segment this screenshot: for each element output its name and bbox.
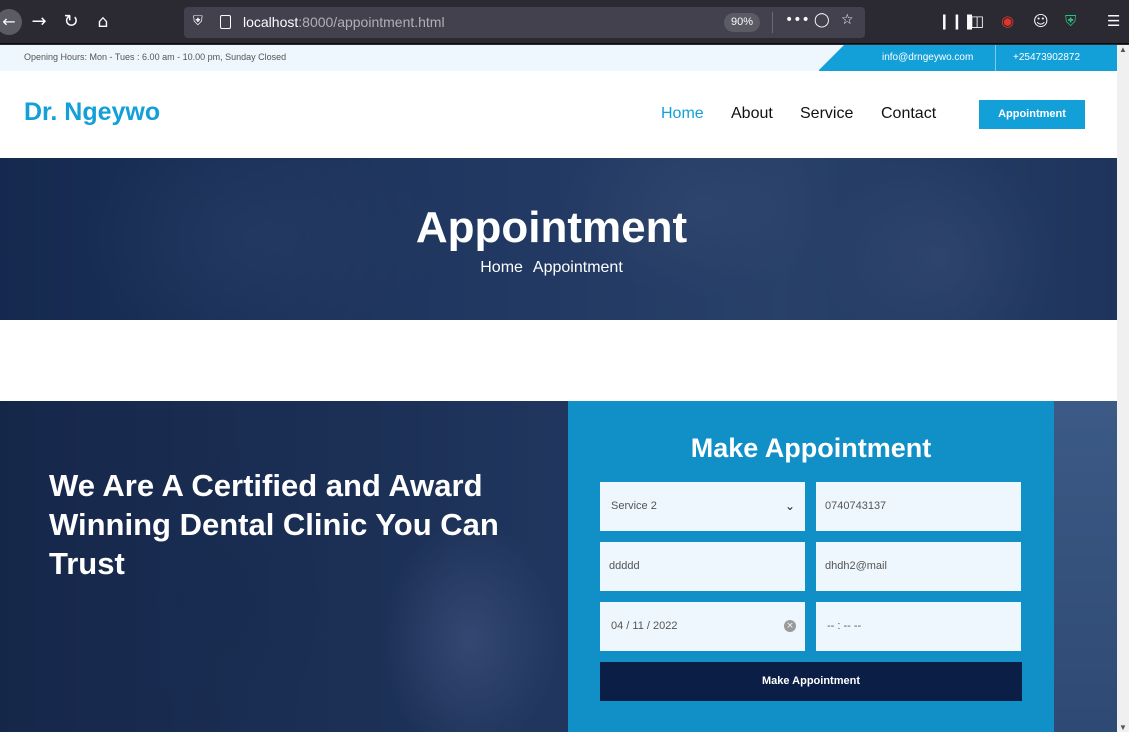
account-icon[interactable]: ☺ bbox=[1033, 12, 1049, 30]
date-field[interactable]: 04 / 11 / 2022 × bbox=[600, 602, 805, 651]
nav-about[interactable]: About bbox=[731, 105, 773, 123]
url-bar[interactable]: ⛨ localhost:8000/appointment.html 90% ••… bbox=[184, 7, 865, 38]
appointment-form: Make Appointment Service 2 ⌄ 0740743137 … bbox=[568, 401, 1054, 732]
forward-icon[interactable]: → bbox=[27, 10, 51, 34]
breadcrumb-current: Appointment bbox=[532, 259, 623, 276]
scroll-up-icon[interactable]: ▲ bbox=[1119, 45, 1127, 54]
top-info-bar: Opening Hours: Mon - Tues : 6.00 am - 10… bbox=[0, 45, 1117, 71]
name-field[interactable]: ddddd bbox=[600, 542, 805, 591]
zoom-level-badge[interactable]: 90% bbox=[724, 13, 760, 32]
appointment-button[interactable]: Appointment bbox=[979, 100, 1085, 129]
page-info-icon[interactable] bbox=[220, 15, 231, 29]
make-appointment-button[interactable]: Make Appointment bbox=[600, 662, 1022, 701]
page-title: Appointment bbox=[415, 203, 688, 252]
scroll-down-icon[interactable]: ▼ bbox=[1119, 723, 1127, 732]
phone-field[interactable]: 0740743137 bbox=[816, 482, 1021, 531]
appointment-section: We Are A Certified and Award Winning Den… bbox=[0, 401, 1117, 732]
back-icon[interactable]: ← bbox=[0, 9, 22, 35]
time-field[interactable]: -- : -- -- bbox=[816, 602, 1021, 651]
extension-shield-icon[interactable]: ⛨ bbox=[1065, 12, 1076, 30]
bookmark-star-icon[interactable]: ☆ bbox=[841, 12, 854, 28]
breadcrumb: Home Appointment bbox=[0, 259, 1103, 277]
site-logo[interactable]: Dr. Ngeywo bbox=[24, 98, 160, 127]
contact-email[interactable]: info@drngeywo.com bbox=[882, 52, 973, 63]
tracking-shield-icon[interactable]: ⛨ bbox=[193, 14, 203, 29]
nav-service[interactable]: Service bbox=[800, 105, 853, 123]
date-field-value: 04 / 11 / 2022 bbox=[611, 620, 678, 632]
nav-contact[interactable]: Contact bbox=[881, 105, 936, 123]
time-field-value: -- : -- -- bbox=[827, 620, 862, 632]
service-select-value: Service 2 bbox=[611, 500, 657, 512]
breadcrumb-home[interactable]: Home bbox=[480, 259, 523, 276]
service-select[interactable]: Service 2 ⌄ bbox=[600, 482, 805, 531]
extension-block-icon[interactable]: ◉ bbox=[1001, 12, 1014, 30]
nav-home[interactable]: Home bbox=[661, 105, 704, 123]
form-title: Make Appointment bbox=[690, 433, 932, 463]
page-scrollbar[interactable]: ▲ ▼ bbox=[1117, 45, 1129, 732]
reload-icon[interactable]: ↻ bbox=[59, 10, 83, 34]
clear-date-icon[interactable]: × bbox=[784, 620, 796, 632]
sidebar-icon[interactable]: ◫ bbox=[970, 12, 984, 30]
section-heading: We Are A Certified and Award Winning Den… bbox=[49, 468, 499, 581]
browser-toolbar: ← → ↻ ⌂ ⛨ localhost:8000/appointment.htm… bbox=[0, 0, 1129, 44]
contact-phone[interactable]: +25473902872 bbox=[1013, 52, 1080, 63]
url-divider bbox=[772, 12, 773, 33]
contact-strip: info@drngeywo.com +25473902872 bbox=[818, 45, 1117, 71]
opening-hours: Opening Hours: Mon - Tues : 6.00 am - 10… bbox=[24, 52, 287, 62]
url-text[interactable]: localhost:8000/appointment.html bbox=[243, 14, 445, 30]
site-header: Dr. Ngeywo Home About Service Contact Ap… bbox=[0, 71, 1117, 158]
home-icon[interactable]: ⌂ bbox=[91, 10, 115, 34]
page-viewport: Opening Hours: Mon - Tues : 6.00 am - 10… bbox=[0, 45, 1117, 732]
contact-divider bbox=[995, 45, 996, 71]
page-hero: Appointment Home Appointment bbox=[0, 158, 1117, 320]
chevron-down-icon: ⌄ bbox=[784, 499, 795, 513]
menu-icon[interactable]: ☰ bbox=[1107, 12, 1120, 30]
pocket-icon[interactable]: ◯ bbox=[814, 12, 830, 28]
background-photo-edge bbox=[1054, 401, 1117, 732]
page-actions-icon[interactable]: ••• bbox=[785, 12, 810, 28]
email-field[interactable]: dhdh2@mail bbox=[816, 542, 1021, 591]
